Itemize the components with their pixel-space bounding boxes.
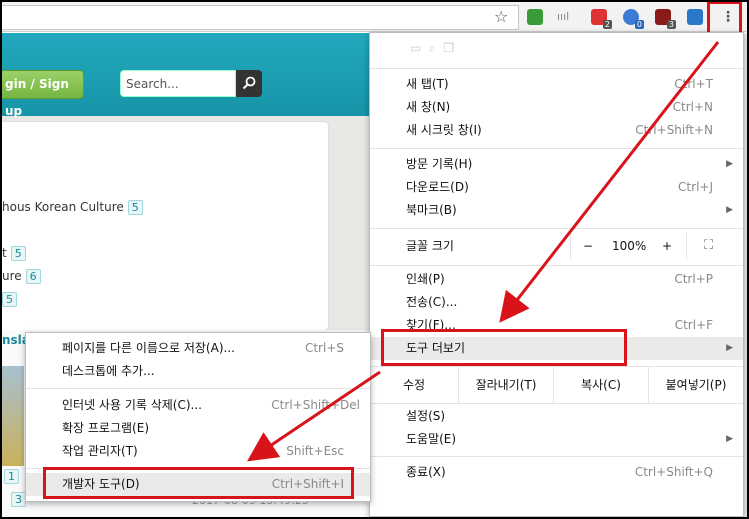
screenshot-frame [0, 0, 749, 519]
